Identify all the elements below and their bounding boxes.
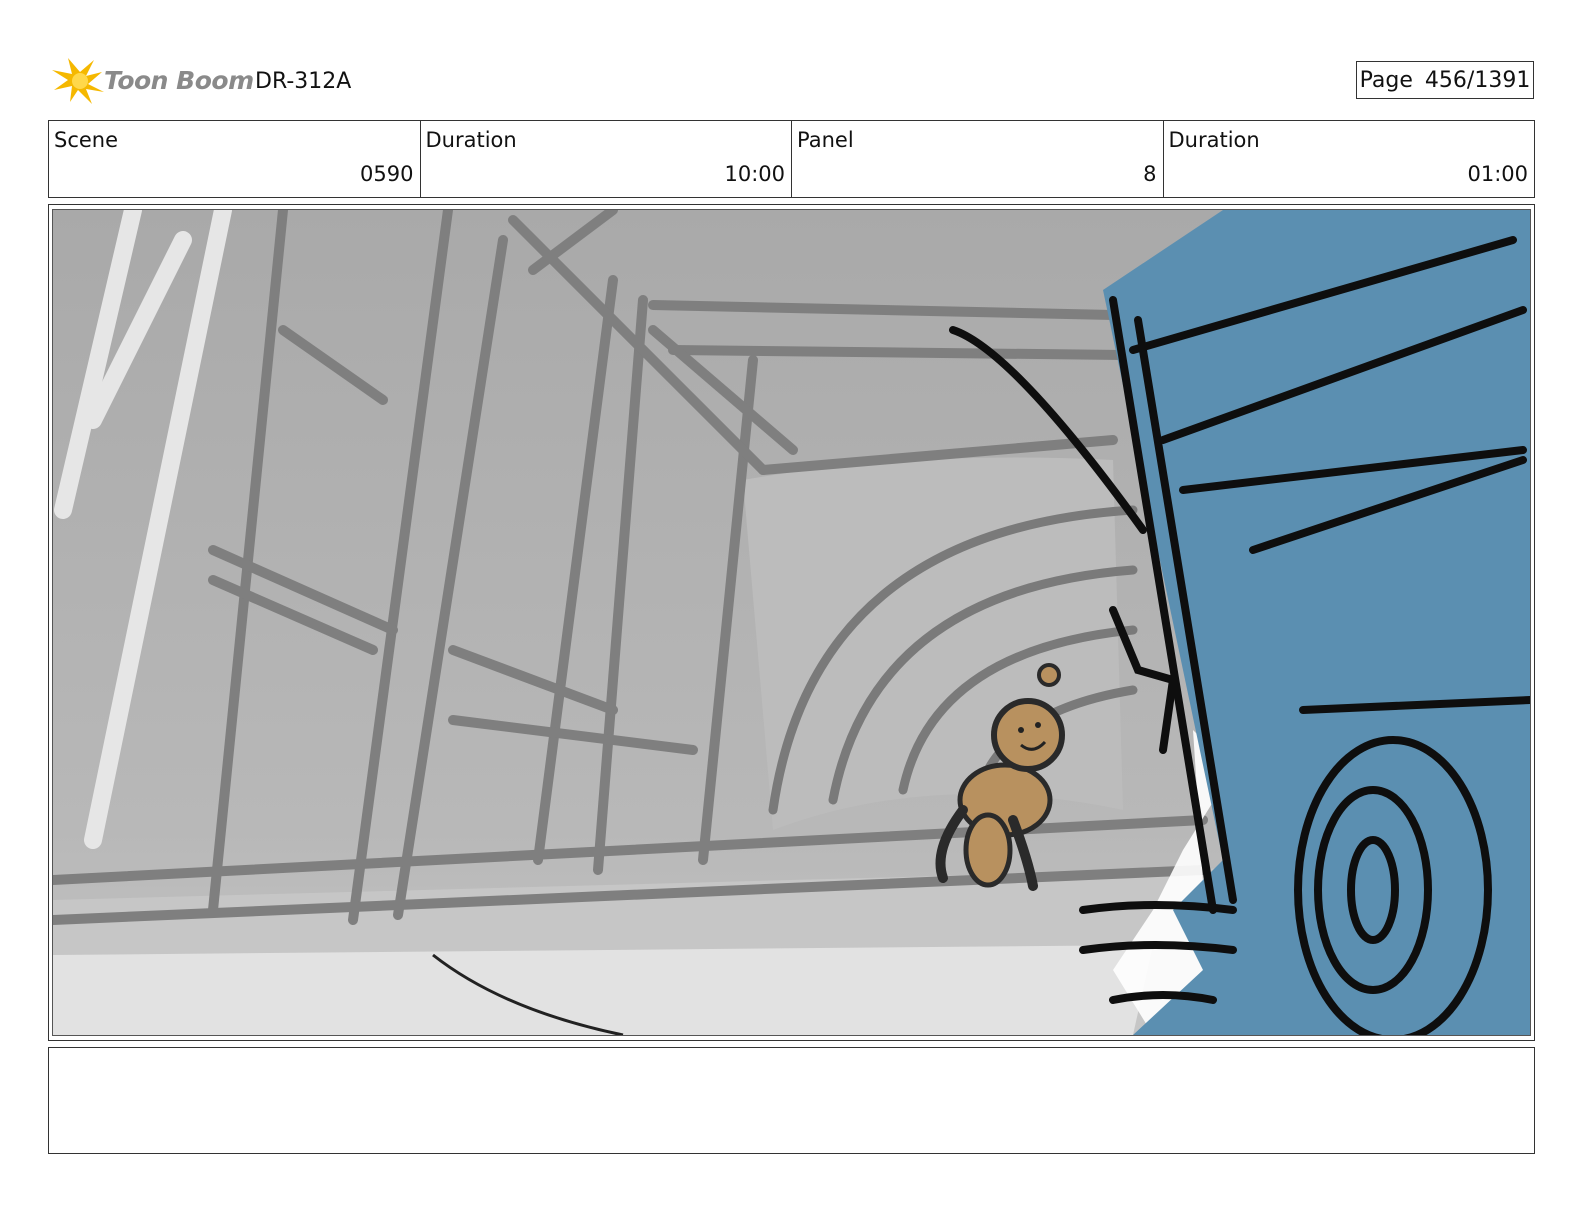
page-label: Page <box>1359 67 1413 93</box>
scene-cell: Scene 0590 <box>49 121 420 197</box>
storyboard-panel-image <box>52 209 1531 1036</box>
panel-cell: Panel 8 <box>791 121 1163 197</box>
scene-label: Scene <box>54 128 119 152</box>
panel-label: Panel <box>797 128 854 152</box>
starburst-icon <box>52 58 104 104</box>
panel-duration-label: Duration <box>1168 128 1260 152</box>
scene-value: 0590 <box>360 162 414 186</box>
page-indicator: Page 456/1391 <box>1356 61 1534 99</box>
panel-value: 8 <box>1143 162 1157 186</box>
scene-duration-cell: Duration 10:00 <box>419 121 792 197</box>
panel-duration-value: 01:00 <box>1467 162 1528 186</box>
project-code: DR-312A <box>255 69 352 94</box>
panel-duration-cell: Duration 01:00 <box>1162 121 1535 197</box>
page-number: 456/1391 <box>1424 67 1531 93</box>
panel-info-table: Scene 0590 Duration 10:00 Panel 8 Durati… <box>48 120 1535 198</box>
scene-duration-value: 10:00 <box>724 162 785 186</box>
notes-box <box>48 1047 1535 1154</box>
logo-text: Toon Boom <box>104 66 254 95</box>
scene-duration-label: Duration <box>425 128 517 152</box>
foreground-snow <box>53 945 1153 1035</box>
toon-boom-logo: Toon Boom <box>50 56 254 106</box>
